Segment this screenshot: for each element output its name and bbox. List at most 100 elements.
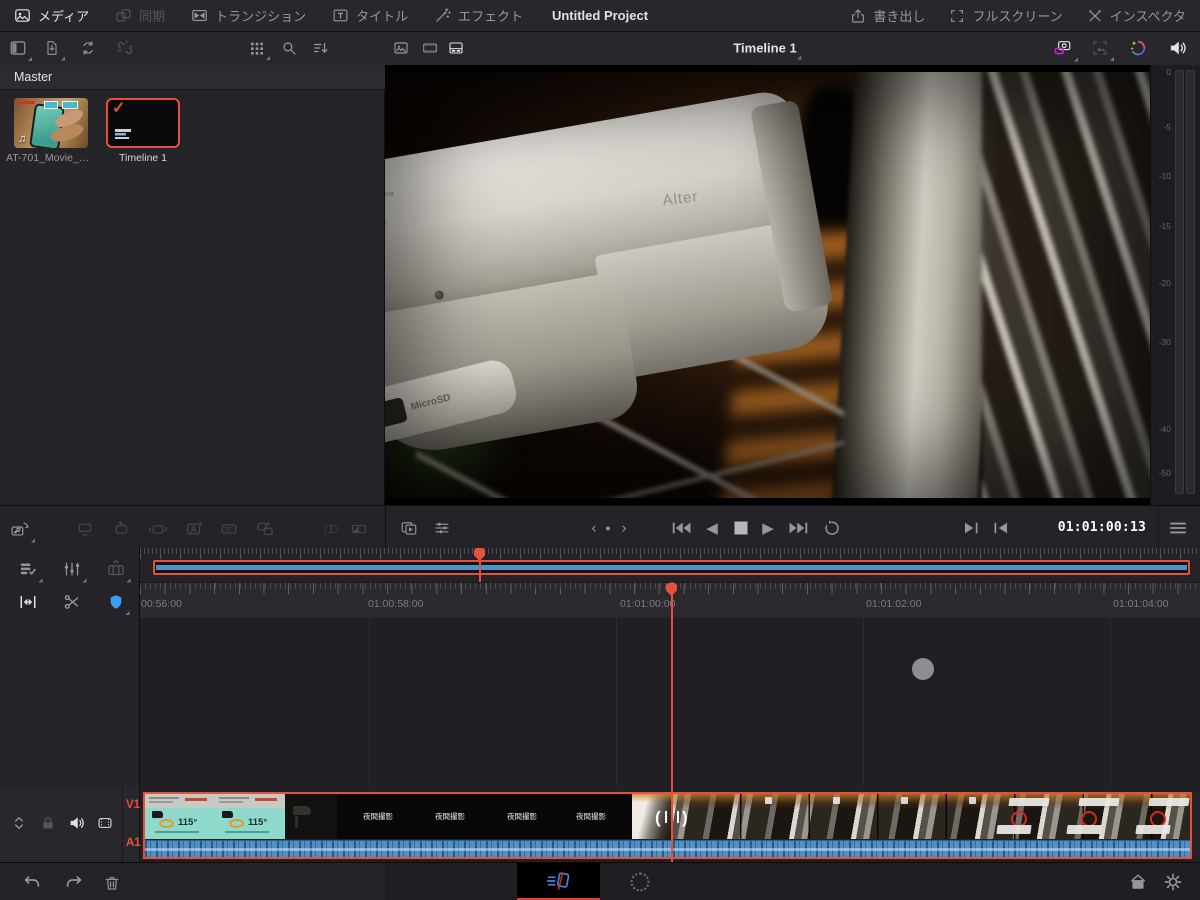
ruler-gridline: [863, 618, 864, 786]
timeline-menu-icon[interactable]: [1170, 522, 1186, 535]
tab-titles[interactable]: タイトル: [332, 6, 408, 25]
tools-icon[interactable]: [433, 519, 451, 537]
unlink-icon[interactable]: [116, 39, 134, 57]
panel-toggle-button[interactable]: [9, 39, 27, 57]
color-page-button[interactable]: [631, 873, 650, 892]
meter-scale-10: -10: [1151, 171, 1171, 181]
diagram-angle-label: 115°: [248, 817, 267, 828]
timeline-selector[interactable]: Timeline 1: [733, 41, 796, 56]
clip-display-options-button[interactable]: [107, 560, 126, 579]
tab-sync[interactable]: 同期: [115, 6, 165, 25]
timeline-overview-bar[interactable]: [153, 560, 1190, 575]
transition-2-button[interactable]: [351, 521, 368, 538]
smart-insert-button[interactable]: [76, 520, 95, 539]
playhead-timecode[interactable]: 01:01:00:13: [1041, 506, 1146, 548]
jog-dot-icon[interactable]: ●: [605, 523, 610, 533]
meter-scale-30: -30: [1151, 337, 1171, 347]
annotation-label-box: [1066, 825, 1101, 834]
ruler-label-0: 00:56:00: [141, 598, 182, 610]
import-media-button[interactable]: [44, 40, 60, 57]
next-edit-button[interactable]: [964, 521, 979, 535]
clip-video-filmstrip: 115° 115° 夜間撮影 夜間撮影 夜間: [145, 794, 1190, 839]
cut-page-button[interactable]: [517, 863, 600, 898]
bin-header[interactable]: Master: [0, 65, 385, 90]
tab-effects[interactable]: エフェクト: [434, 6, 523, 25]
settings-gear-button[interactable]: [1164, 873, 1183, 892]
jog-right-icon[interactable]: ›: [622, 520, 627, 537]
track-audio-enable-icon[interactable]: [69, 815, 86, 832]
timeline-playhead-line[interactable]: [671, 582, 673, 862]
tab-titles-label: タイトル: [356, 6, 408, 25]
track-label-a1[interactable]: A1: [126, 837, 141, 849]
inspector-button[interactable]: インスペクタ: [1087, 6, 1186, 25]
source-tape-view-icon[interactable]: [448, 40, 465, 56]
loop-button[interactable]: [824, 520, 841, 537]
track-height-icon[interactable]: [11, 815, 27, 831]
tab-effects-label: エフェクト: [458, 6, 523, 25]
stop-button[interactable]: [735, 522, 748, 535]
trim-handle-left[interactable]: (: [655, 808, 661, 828]
skip-end-button[interactable]: [788, 521, 808, 536]
viewer-volume-icon[interactable]: [1169, 39, 1188, 58]
meter-scale-20: -20: [1151, 278, 1171, 288]
export-button[interactable]: 書き出し: [850, 6, 925, 25]
ruler-label-3: 01:01:02:00: [866, 598, 921, 610]
grid-view-button[interactable]: [249, 40, 265, 56]
media-item-timeline[interactable]: ✓: [106, 98, 180, 148]
track-options-button[interactable]: [63, 560, 82, 579]
close-up-button[interactable]: [149, 520, 168, 539]
timeline-clip[interactable]: 115° 115° 夜間撮影 夜間撮影 夜間: [145, 794, 1190, 858]
diagram-angle-label: 115°: [178, 817, 197, 828]
overview-audio-band: [156, 565, 1187, 570]
source-overwrite-button[interactable]: [220, 520, 239, 539]
clip-frame-diagram: 115°: [145, 794, 215, 839]
annotation-label-box: [1008, 798, 1049, 806]
step-back-button[interactable]: ◀: [706, 519, 718, 537]
timeline-scrubber[interactable]: [140, 548, 1200, 582]
ruler-gridline: [1110, 618, 1111, 786]
track-lock-icon[interactable]: [40, 815, 56, 831]
redo-button[interactable]: [64, 874, 84, 892]
fullscreen-button[interactable]: フルスクリーン: [949, 6, 1062, 25]
meter-scale-0: 0: [1151, 67, 1171, 77]
append-clip-button[interactable]: [10, 520, 30, 539]
swap-button[interactable]: [256, 520, 275, 539]
trim-tool-button[interactable]: [18, 593, 38, 612]
track-label-v1[interactable]: V1: [126, 799, 140, 811]
diagram-camera-glyph: [152, 811, 163, 818]
ruler-gridline: [369, 618, 370, 786]
delete-trash-button[interactable]: [104, 874, 121, 892]
inspector-icon: [1087, 8, 1103, 24]
viewer-video-frame[interactable]: カメラ 500万画素 -701 Made in China 216066 12V…: [385, 72, 1150, 498]
resync-icon[interactable]: [80, 40, 97, 57]
filmstrip-view-icon[interactable]: [422, 40, 439, 56]
search-icon[interactable]: [281, 40, 298, 57]
transform-icon[interactable]: [1091, 39, 1109, 57]
home-button[interactable]: [1129, 873, 1148, 891]
clip-frame-black: 夜間撮影 夜間撮影 夜間撮影 夜間撮影: [337, 794, 632, 839]
split-clip-scissors-icon[interactable]: [63, 593, 82, 612]
trim-handle-right[interactable]: ): [682, 808, 688, 828]
track-video-enable-icon[interactable]: [97, 816, 114, 831]
cut-page-icon: [546, 870, 572, 892]
tab-media[interactable]: メディア: [14, 6, 89, 25]
color-boost-icon[interactable]: [1129, 39, 1148, 58]
skip-start-button[interactable]: [672, 521, 692, 536]
place-on-top-button[interactable]: [185, 520, 204, 539]
tab-transitions[interactable]: トランジション: [191, 6, 306, 25]
jog-left-icon[interactable]: ‹: [592, 520, 597, 537]
thumbnail-view-icon[interactable]: [393, 40, 409, 56]
clip-overlay-icon[interactable]: [400, 519, 419, 537]
clip-frame-diagram: 115°: [215, 794, 285, 839]
transition-1-button[interactable]: [323, 521, 340, 538]
prev-edit-button[interactable]: [994, 521, 1009, 535]
ripple-overwrite-button[interactable]: [112, 520, 131, 539]
sort-icon[interactable]: [313, 40, 330, 57]
multicam-camera-icon[interactable]: [1053, 39, 1073, 58]
undo-button[interactable]: [22, 874, 42, 892]
safe-trim-shield-icon[interactable]: [108, 593, 125, 611]
media-item-clip[interactable]: ♫: [14, 98, 88, 148]
timeline-selector-label: Timeline 1: [733, 41, 796, 56]
play-button[interactable]: ▶: [762, 519, 774, 537]
timeline-view-options-button[interactable]: [19, 560, 38, 579]
